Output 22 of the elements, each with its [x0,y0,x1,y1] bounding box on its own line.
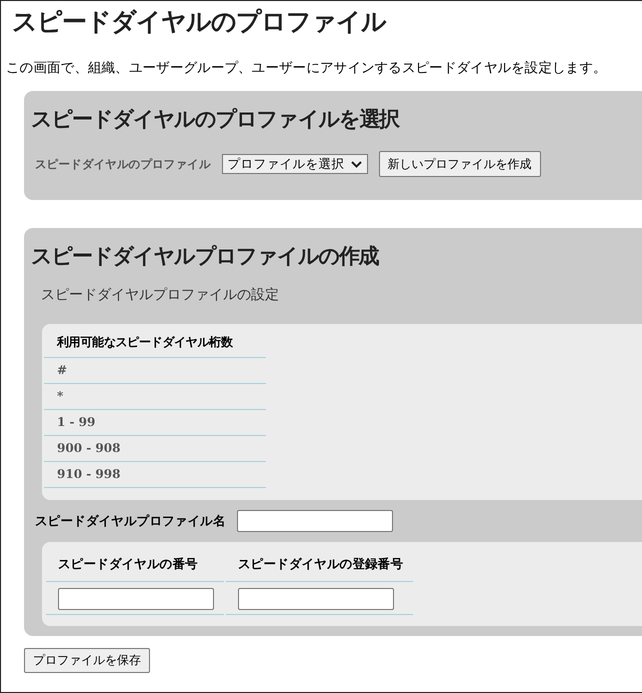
page-title: スピードダイヤルのプロファイル [11,6,388,38]
chevron-down-icon [350,160,362,168]
table-cell: # [44,358,266,384]
table-cell: 910 - 998 [44,462,266,488]
create-profile-button[interactable]: 新しいプロファイルを作成 [378,151,541,177]
panel-heading: スピードダイヤルプロファイルの作成 [31,243,380,270]
profile-name-field[interactable] [236,510,393,532]
page-description: この画面で、組織、ユーザーグループ、ユーザーにアサインするスピードダイヤルを設定します。 [6,59,608,77]
column-header: スピードダイヤルの登録番号 [226,550,414,582]
save-profile-button[interactable]: プロファイルを保存 [24,648,150,673]
profile-dropdown[interactable]: プロファイルを選択 [222,154,368,174]
table-cell: 1 - 99 [44,410,266,436]
column-header: スピードダイヤルの番号 [46,550,224,582]
input-field[interactable] [58,588,214,610]
profile-name-label: スピードダイヤルプロファイル名 [35,512,226,530]
panel-heading: スピードダイヤルのプロファイルを選択 [31,106,400,133]
input-field[interactable] [238,588,394,610]
table-cell: 900 - 908 [44,436,266,462]
table-header: 利用可能なスピードダイヤル桁数 [44,330,266,358]
profile-label: スピードダイヤルのプロファイル [35,156,211,172]
table-cell: * [44,384,266,410]
settings-subheading: スピードダイヤルプロファイルの設定 [41,286,280,304]
